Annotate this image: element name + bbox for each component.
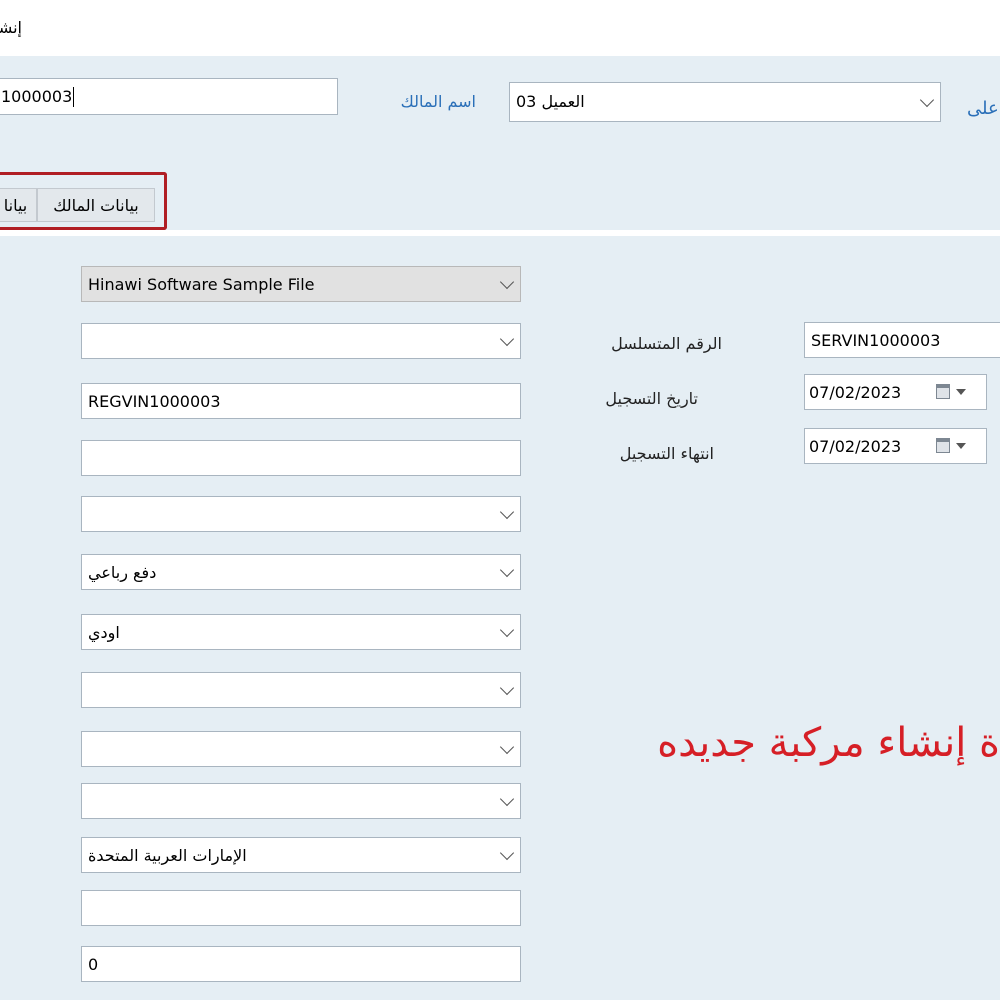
field-value: دفع رباعي <box>88 562 157 582</box>
chevron-down-icon <box>499 739 515 755</box>
owner-code-value: 1000003 <box>1 87 73 106</box>
overlay-caption: ة إنشاء مركبة جديده <box>657 720 1000 766</box>
left-select-field[interactable]: الإمارات العربية المتحدة <box>81 837 521 873</box>
field-value: الإمارات العربية المتحدة <box>88 845 247 865</box>
field-value: اودي <box>88 622 120 642</box>
partial-label: على <box>967 98 999 119</box>
left-select-field[interactable]: Hinawi Software Sample File <box>81 266 521 302</box>
chevron-down-icon <box>499 504 515 520</box>
left-select-field[interactable]: دفع رباعي <box>81 554 521 590</box>
reg-date-label: تاريخ التسجيل <box>605 389 698 408</box>
left-select-field[interactable] <box>81 496 521 532</box>
title-bar <box>0 0 1000 56</box>
chevron-down-icon <box>499 331 515 347</box>
panel-top-border <box>0 230 1000 236</box>
chevron-down-icon <box>499 680 515 696</box>
left-select-field[interactable] <box>81 731 521 767</box>
dropdown-arrow-icon[interactable] <box>956 389 966 395</box>
reg-expiry-value: 07/02/2023 <box>809 436 902 456</box>
reg-expiry-picker[interactable]: 07/02/2023 <box>804 428 987 464</box>
chevron-down-icon <box>499 791 515 807</box>
left-select-field[interactable] <box>81 323 521 359</box>
customer-select-value: العميل 03 <box>516 92 585 111</box>
left-text-field[interactable]: 0 <box>81 946 521 982</box>
left-text-field[interactable] <box>81 440 521 476</box>
chevron-down-icon <box>919 92 935 108</box>
window-title: إنشاء <box>0 18 22 37</box>
customer-select[interactable]: العميل 03 <box>509 82 941 122</box>
left-select-field[interactable] <box>81 672 521 708</box>
tab-highlight-frame <box>0 172 167 230</box>
reg-date-picker[interactable]: 07/02/2023 <box>804 374 987 410</box>
left-select-field[interactable] <box>81 783 521 819</box>
chevron-down-icon <box>499 622 515 638</box>
left-text-field[interactable] <box>81 890 521 926</box>
serial-label: الرقم المتسلسل <box>611 334 722 353</box>
serial-value: SERVIN1000003 <box>811 330 941 350</box>
field-value: REGVIN1000003 <box>88 391 221 411</box>
field-value: 0 <box>88 954 99 974</box>
reg-expiry-label: انتهاء التسجيل <box>619 444 714 463</box>
reg-date-value: 07/02/2023 <box>809 382 902 402</box>
field-value: Hinawi Software Sample File <box>88 274 315 294</box>
calendar-icon[interactable] <box>936 438 950 453</box>
owner-code-input[interactable]: 1000003 <box>0 78 338 115</box>
left-text-field[interactable]: REGVIN1000003 <box>81 383 521 419</box>
chevron-down-icon <box>499 274 515 290</box>
serial-input[interactable]: SERVIN1000003 <box>804 322 1000 358</box>
dropdown-arrow-icon[interactable] <box>956 443 966 449</box>
text-caret <box>73 86 75 107</box>
chevron-down-icon <box>499 845 515 861</box>
owner-name-label: اسم المالك <box>400 92 476 111</box>
left-select-field[interactable]: اودي <box>81 614 521 650</box>
calendar-icon[interactable] <box>936 384 950 399</box>
chevron-down-icon <box>499 562 515 578</box>
